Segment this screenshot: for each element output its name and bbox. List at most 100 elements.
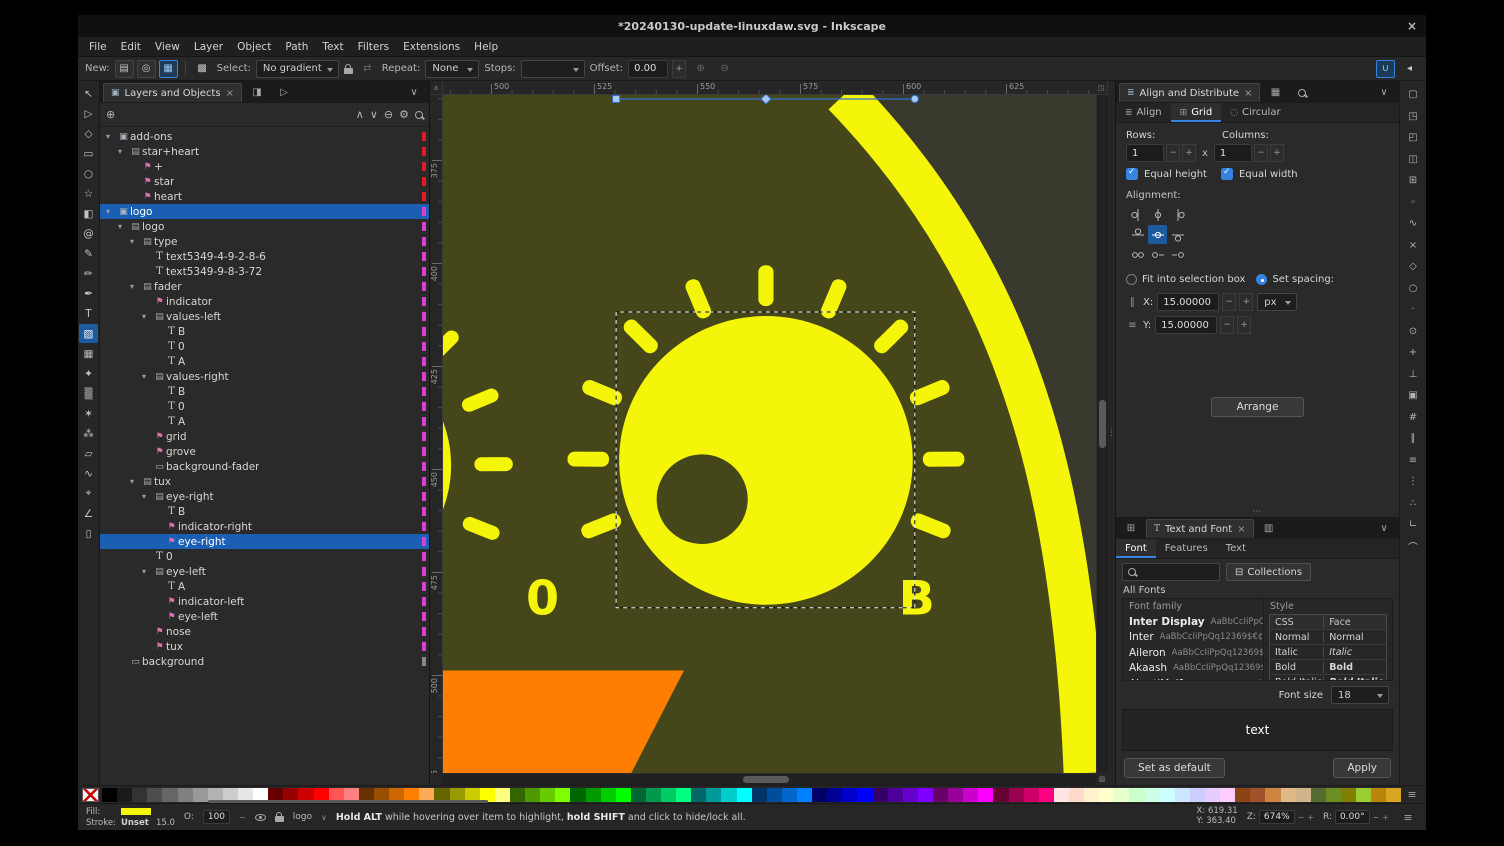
snap-bbox-edges-icon[interactable]: ◳ — [1403, 107, 1423, 126]
right-knob-body[interactable] — [619, 316, 913, 605]
color-swatch[interactable] — [616, 788, 631, 802]
tab-objects-dialog[interactable]: ◨ — [245, 83, 269, 102]
layer-tree-row[interactable]: values-right — [100, 369, 429, 384]
color-swatch[interactable] — [1265, 788, 1280, 802]
layer-tree-row[interactable]: text5349-9-8-3-72 — [100, 264, 429, 279]
color-swatch[interactable] — [978, 788, 993, 802]
chevron-down-icon[interactable]: ∨ — [402, 83, 426, 102]
layer-visibility-icon[interactable] — [255, 814, 266, 821]
layer-tree-row[interactable]: grove — [100, 444, 429, 459]
layer-tree-row[interactable]: A — [100, 414, 429, 429]
no-color-swatch[interactable] — [82, 788, 99, 802]
connector-tool[interactable]: ∿ — [79, 464, 98, 483]
layer-tree-row[interactable]: 0 — [100, 399, 429, 414]
layer-tree-row[interactable]: 0 — [100, 339, 429, 354]
move-up-button[interactable]: ∧ — [356, 108, 364, 121]
x-spacing-spinbox[interactable]: 15.00000 — [1157, 293, 1219, 311]
horizontal-scroll-thumb[interactable] — [743, 776, 789, 783]
close-tab-icon[interactable]: × — [1244, 88, 1252, 99]
font-family-row[interactable]: Inter Display AaBbCcIiPpQq1236 — [1123, 614, 1263, 630]
color-swatch[interactable] — [691, 788, 706, 802]
color-swatch[interactable] — [646, 788, 661, 802]
layer-tree-row[interactable]: logo — [100, 219, 429, 234]
calligraphy-tool[interactable]: ✒ — [79, 284, 98, 303]
add-stop-button[interactable]: ⊕ — [691, 60, 710, 78]
color-swatch[interactable] — [102, 788, 117, 802]
knob-indicator-hole[interactable] — [657, 454, 748, 544]
color-swatch[interactable] — [1220, 788, 1235, 802]
vertical-scroll-thumb[interactable] — [1099, 400, 1106, 448]
columns-plus-button[interactable]: + — [1270, 144, 1284, 162]
fill-color-swatch[interactable] — [121, 808, 151, 815]
anchor-edge-right-button[interactable] — [1168, 245, 1187, 264]
gradient-tool[interactable]: ▧ — [79, 324, 98, 343]
snap-tangential-icon[interactable]: ⌒ — [1403, 537, 1423, 556]
layer-tree-row[interactable]: eye-right — [100, 489, 429, 504]
color-swatch[interactable] — [1235, 788, 1250, 802]
opacity-stepper[interactable]: − — [239, 813, 246, 822]
star-tool[interactable]: ☆ — [79, 184, 98, 203]
layer-tree-row[interactable]: heart — [100, 189, 429, 204]
snap-text-baseline-icon[interactable]: ⊥ — [1403, 365, 1423, 384]
layer-tree-row[interactable]: A — [100, 354, 429, 369]
expander-icon[interactable] — [142, 372, 153, 381]
color-swatch[interactable] — [1054, 788, 1069, 802]
vertical-ruler[interactable]: 375400425450475500525 — [430, 95, 443, 773]
layer-tree-row[interactable]: star — [100, 174, 429, 189]
zoom-tool[interactable]: ⌖ — [79, 484, 98, 503]
color-swatch[interactable] — [782, 788, 797, 802]
anchor-pair-button[interactable] — [1128, 245, 1147, 264]
snap-smooth-nodes-icon[interactable]: ○ — [1403, 279, 1423, 298]
anchor-bottom-button[interactable] — [1168, 225, 1187, 244]
tab-grid-dialog[interactable]: ⊞ — [1119, 519, 1143, 538]
dock-resize-handle[interactable]: ⋮ — [1108, 81, 1115, 785]
snap-bbox-centers-icon[interactable]: ⊞ — [1403, 171, 1423, 190]
font-subtab[interactable]: Text — [1217, 539, 1255, 558]
offset-spinbox[interactable]: 0.00 — [628, 60, 668, 78]
reverse-gradient-icon[interactable]: ⇄ — [358, 60, 377, 78]
anchor-top-button[interactable] — [1128, 225, 1147, 244]
delete-stop-button[interactable]: ⊖ — [715, 60, 734, 78]
align-subtab[interactable]: ◌ Circular — [1221, 103, 1289, 122]
expander-icon[interactable] — [130, 282, 141, 291]
layer-tree-row[interactable]: nose — [100, 624, 429, 639]
chevron-down-icon[interactable]: ∨ — [1372, 519, 1396, 538]
layer-tree-row[interactable]: B — [100, 324, 429, 339]
layer-tree-row[interactable]: background — [100, 654, 429, 669]
font-size-select[interactable]: 18 — [1331, 686, 1389, 704]
anchor-center-button[interactable] — [1148, 225, 1167, 244]
color-swatch[interactable] — [797, 788, 812, 802]
layer-tree-row[interactable]: star+heart — [100, 144, 429, 159]
eraser-tool[interactable]: ▱ — [79, 444, 98, 463]
align-subtab[interactable]: ⊞ Grid — [1171, 103, 1222, 122]
color-swatch[interactable] — [903, 788, 918, 802]
vertical-scrollbar[interactable] — [1096, 95, 1108, 773]
measure-tool[interactable]: ∠ — [79, 504, 98, 523]
layer-tree-row[interactable]: tux — [100, 474, 429, 489]
color-swatch[interactable] — [1175, 788, 1190, 802]
horizontal-ruler[interactable]: 500525550575600625 — [443, 81, 1095, 95]
tab-styles-dialog[interactable]: ▥ — [1257, 519, 1281, 538]
chevron-down-icon[interactable]: ∨ — [1372, 83, 1396, 102]
expander-icon[interactable] — [142, 492, 153, 501]
repeat-select[interactable]: None — [425, 60, 479, 78]
color-swatch[interactable] — [147, 788, 162, 802]
expander-icon[interactable] — [118, 147, 129, 156]
font-style-row[interactable]: Italic Italic — [1270, 645, 1386, 660]
x-plus-button[interactable]: + — [1239, 293, 1253, 311]
color-swatch[interactable] — [1129, 788, 1144, 802]
layer-lock-icon[interactable] — [275, 816, 284, 822]
layer-tree-row[interactable]: eye-left — [100, 564, 429, 579]
rows-plus-button[interactable]: + — [1182, 144, 1196, 162]
color-swatch[interactable] — [993, 788, 1008, 802]
lock-icon[interactable] — [344, 68, 353, 74]
font-family-row[interactable]: AkrutiMal1 അആഇഈഉഊ12369$€¢ — [1123, 676, 1263, 680]
color-swatch[interactable] — [948, 788, 963, 802]
dropper-tool[interactable]: ✦ — [79, 364, 98, 383]
x-minus-button[interactable]: − — [1222, 293, 1236, 311]
zoom-minus-button[interactable]: − — [1298, 813, 1305, 822]
rectangle-tool[interactable]: ▭ — [79, 144, 98, 163]
font-style-row[interactable]: Normal Normal — [1270, 630, 1386, 645]
menu-item[interactable]: Edit — [114, 39, 148, 55]
expander-icon[interactable] — [142, 312, 153, 321]
